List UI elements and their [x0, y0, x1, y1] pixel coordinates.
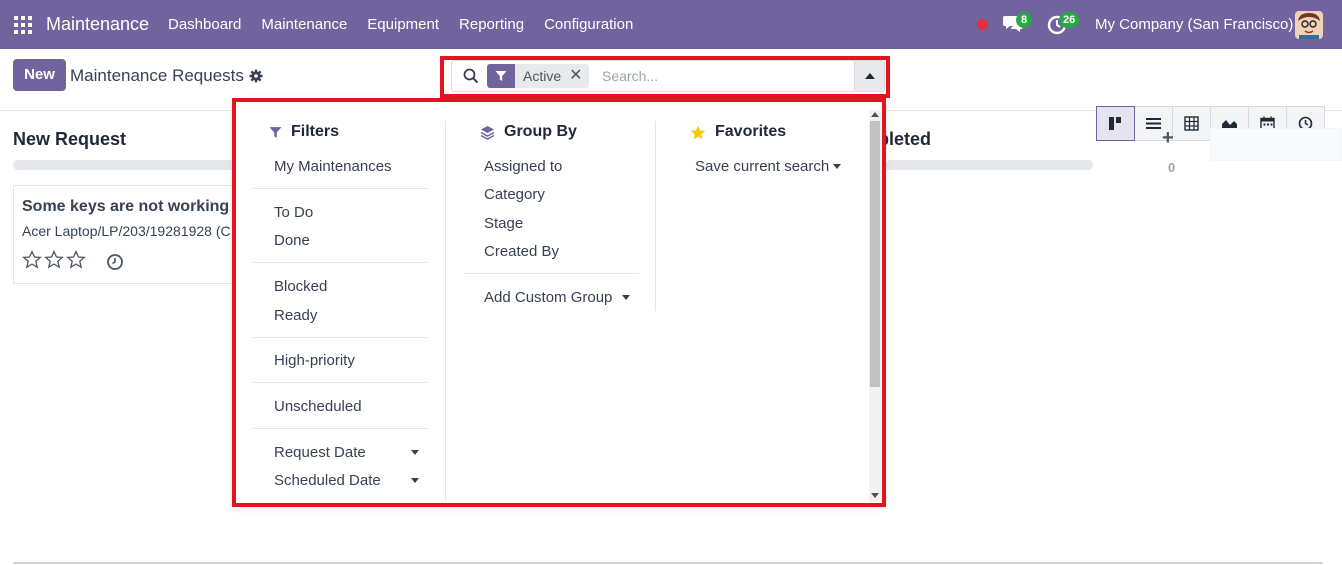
- card-equipment: Acer Laptop/LP/203/19281928 (C: [22, 223, 231, 239]
- main-menu: Dashboard Maintenance Equipment Reportin…: [158, 0, 643, 49]
- star-empty-icon[interactable]: [66, 250, 88, 270]
- top-navbar: Maintenance Dashboard Maintenance Equipm…: [0, 0, 1342, 49]
- avatar-face-icon: [1295, 11, 1323, 39]
- kanban-view-button[interactable]: [1096, 106, 1135, 141]
- search-highlight-box: [440, 56, 890, 98]
- card-title: Some keys are not working: [22, 198, 230, 215]
- messages-badge: 8: [1016, 12, 1032, 28]
- add-column-placeholder[interactable]: [1210, 128, 1342, 161]
- priority-stars[interactable]: [22, 250, 88, 270]
- column-progress-bar: [885, 160, 1093, 170]
- menu-maintenance[interactable]: Maintenance: [251, 0, 357, 49]
- activities-badge: 26: [1059, 12, 1080, 28]
- add-column-button[interactable]: +: [1162, 127, 1174, 150]
- user-avatar[interactable]: [1295, 11, 1323, 39]
- star-empty-icon[interactable]: [44, 250, 66, 270]
- apps-menu-icon[interactable]: [14, 16, 32, 34]
- dropdown-highlight-box: [232, 98, 886, 507]
- menu-reporting[interactable]: Reporting: [449, 0, 534, 49]
- list-view-icon: [1146, 118, 1161, 129]
- column-progress-bar: [13, 160, 253, 170]
- gear-icon[interactable]: [249, 69, 263, 83]
- menu-configuration[interactable]: Configuration: [534, 0, 643, 49]
- activity-clock-icon[interactable]: [106, 253, 124, 271]
- page-title: Maintenance Requests: [70, 66, 244, 85]
- column-title-new-request: New Request: [13, 129, 127, 149]
- company-switcher[interactable]: My Company (San Francisco): [1095, 16, 1293, 33]
- kanban-view-icon: [1109, 117, 1121, 130]
- kanban-card[interactable]: Some keys are not working Acer Laptop/LP…: [13, 185, 253, 284]
- app-name[interactable]: Maintenance: [46, 14, 149, 35]
- recording-dot-icon[interactable]: [977, 19, 988, 30]
- pivot-view-icon: [1184, 116, 1199, 131]
- menu-equipment[interactable]: Equipment: [357, 0, 449, 49]
- column-count: 0: [1168, 160, 1176, 175]
- horizontal-scrollbar[interactable]: [13, 562, 1323, 564]
- menu-dashboard[interactable]: Dashboard: [158, 0, 251, 49]
- star-empty-icon[interactable]: [22, 250, 44, 270]
- new-button[interactable]: New: [13, 59, 66, 91]
- pivot-view-button[interactable]: [1172, 106, 1211, 141]
